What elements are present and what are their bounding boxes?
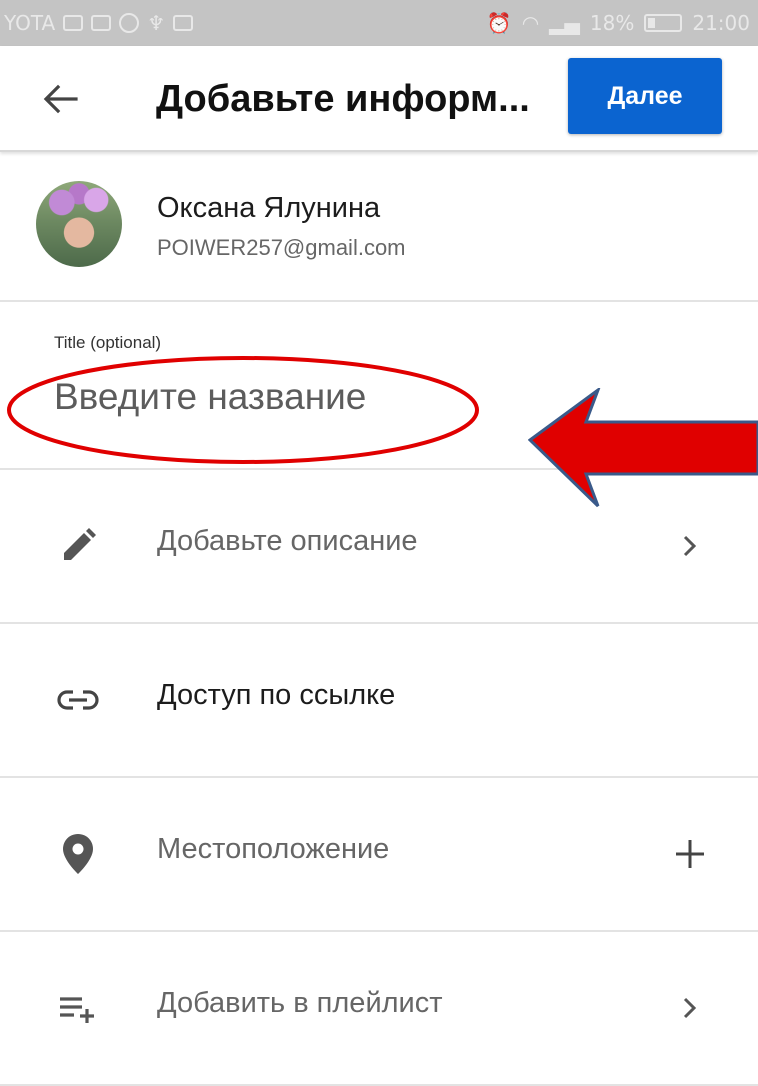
title-input[interactable]	[54, 372, 474, 422]
chevron-right-icon	[660, 518, 720, 574]
back-button[interactable]	[38, 76, 84, 122]
alarm-icon: ⏰	[486, 11, 512, 35]
notification-email-icon	[91, 15, 112, 31]
notification-pin-icon: ♆	[147, 11, 166, 35]
link-access-label: Доступ по ссылке	[157, 679, 396, 711]
app-bar: Добавьте информ... Далее	[0, 46, 758, 152]
link-icon	[50, 672, 106, 728]
page-title: Добавьте информ...	[156, 78, 530, 120]
account-email: POIWER257@gmail.com	[157, 235, 406, 260]
playlist-add-icon	[50, 980, 106, 1036]
account-header: Оксана Ялунина POIWER257@gmail.com	[0, 152, 758, 302]
title-field-label: Title (optional)	[54, 333, 162, 352]
status-bar-right: ⏰ ◠ ▂▄ 18% 21:00	[487, 11, 750, 35]
next-button[interactable]: Далее	[568, 58, 722, 134]
notification-instagram-icon	[173, 15, 194, 31]
add-to-playlist-row[interactable]: Добавить в плейлист	[0, 932, 758, 1086]
notification-mail-icon	[63, 15, 84, 31]
avatar	[36, 181, 122, 267]
add-to-playlist-label: Добавить в плейлист	[157, 987, 443, 1019]
title-field-section: Title (optional)	[0, 300, 758, 470]
location-pin-icon	[50, 826, 106, 882]
battery-percent: 18%	[589, 11, 635, 35]
add-description-label: Добавьте описание	[157, 525, 418, 557]
status-bar: YOTA ♆ ⏰ ◠ ▂▄ 18% 21:00	[0, 0, 758, 46]
back-arrow-icon	[43, 84, 78, 114]
add-description-row[interactable]: Добавьте описание	[0, 470, 758, 624]
plus-icon[interactable]	[660, 826, 720, 882]
wifi-icon: ◠	[521, 11, 540, 35]
location-row[interactable]: Местоположение	[0, 778, 758, 932]
location-label: Местоположение	[157, 833, 390, 865]
clock: 21:00	[692, 11, 750, 35]
chevron-right-icon	[660, 980, 720, 1036]
pencil-icon	[50, 518, 106, 574]
status-bar-left: YOTA ♆	[4, 11, 194, 35]
link-access-row[interactable]: Доступ по ссылке	[0, 624, 758, 778]
carrier-name: YOTA	[4, 11, 56, 35]
battery-icon	[644, 14, 683, 32]
account-name: Оксана Ялунина	[157, 192, 381, 224]
signal-icon: ▂▄	[549, 11, 580, 35]
notification-app-icon	[119, 13, 140, 33]
